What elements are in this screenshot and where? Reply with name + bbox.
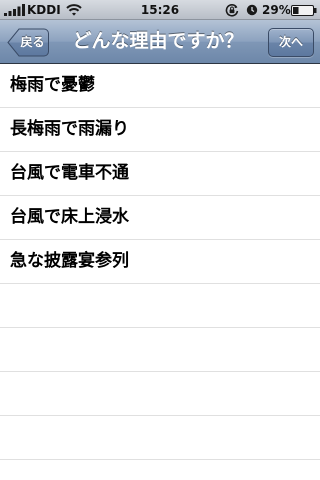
back-button-label: 戻る	[20, 35, 45, 49]
reason-list: 梅雨で憂鬱 長梅雨で雨漏り 台風で電車不通 台風で床上浸水 急な披露宴参列	[0, 64, 320, 480]
navigation-bar: 戻る どんな理由ですか？ 次へ	[0, 20, 320, 64]
list-item[interactable]: 梅雨で憂鬱	[0, 64, 320, 108]
list-item[interactable]: 急な披露宴参列	[0, 240, 320, 284]
battery-percentage: 29%	[262, 3, 291, 17]
rotation-lock-icon	[225, 4, 239, 17]
battery-icon	[291, 5, 317, 16]
wifi-icon	[66, 4, 82, 16]
list-item[interactable]: 台風で電車不通	[0, 152, 320, 196]
carrier-name: KDDI	[27, 3, 61, 17]
back-button[interactable]: 戻る	[7, 28, 49, 57]
app-screen: KDDI 15:26 29% 戻る どんな理由ですか？ 次へ 梅雨で憂鬱 長梅雨…	[0, 0, 320, 480]
status-bar: KDDI 15:26 29%	[0, 0, 320, 20]
list-item[interactable]: 台風で床上浸水	[0, 196, 320, 240]
signal-bars-icon	[4, 4, 25, 16]
next-button[interactable]: 次へ	[268, 28, 314, 57]
alarm-icon	[246, 4, 258, 16]
page-title: どんな理由ですか？	[72, 30, 244, 52]
list-item[interactable]: 長梅雨で雨漏り	[0, 108, 320, 152]
